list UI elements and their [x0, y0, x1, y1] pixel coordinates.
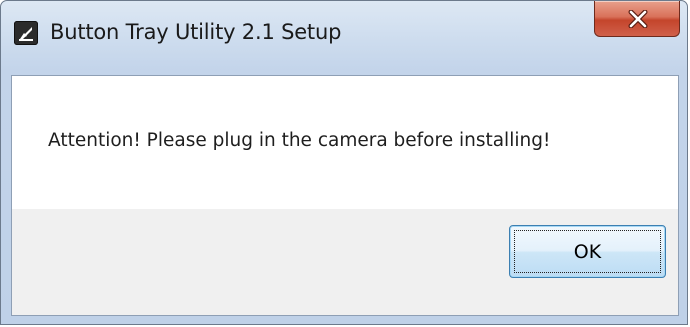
message-text: Attention! Please plug in the camera bef…	[48, 130, 551, 151]
window-title: Button Tray Utility 2.1 Setup	[50, 20, 342, 44]
dialog-client-area: Attention! Please plug in the camera bef…	[11, 75, 679, 316]
ok-button-label: OK	[573, 240, 602, 263]
close-button[interactable]	[594, 1, 680, 37]
setup-dialog-window: Button Tray Utility 2.1 Setup Attention!…	[0, 0, 688, 325]
title-bar[interactable]: Button Tray Utility 2.1 Setup	[1, 1, 687, 75]
close-icon	[628, 10, 648, 28]
app-logo-icon	[14, 21, 38, 45]
message-panel: Attention! Please plug in the camera bef…	[12, 76, 678, 209]
ok-button[interactable]: OK	[509, 225, 666, 278]
button-panel: OK	[12, 209, 678, 315]
